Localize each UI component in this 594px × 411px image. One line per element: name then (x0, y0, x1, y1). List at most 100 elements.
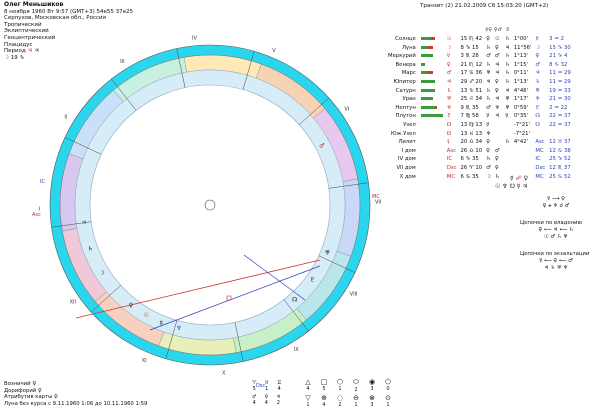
planet-f: 12 ♏ 37 (549, 164, 571, 171)
planet-a: ♆ (486, 130, 491, 137)
planet-glyph: ☊ (292, 296, 297, 303)
planet-d: 0°59' (513, 104, 529, 111)
planet-name: Венера (395, 61, 416, 68)
owner-chain-title: Цепочки по владению (520, 220, 582, 226)
planet-glyph: ♆ (176, 325, 181, 332)
aspect-cluster-1: ☿ ☍ ♀ (510, 175, 528, 182)
planet-pos: 25 ♌ 34 (460, 96, 483, 103)
planet-c: ♃ (505, 44, 510, 51)
house-number: II (64, 114, 67, 120)
strength-bars (419, 164, 445, 173)
planet-a: ♃ (486, 78, 491, 85)
planet-row: X дом MC 6 ♋ 35 ☽ ♄ MC 25 ♋ 52 (386, 173, 573, 182)
quality-grid: △ 4 □ 5 ⬡ 1 ⬭ 2 ◉ 3 ⬠ 0 ▽ 1 ⊕ 4 ◌ 2 ⊖ 1 ⊗ 3 ⊙ 1 (300, 378, 410, 408)
planet-b: ♂ (494, 147, 500, 154)
planet-d: 4°46' (513, 87, 529, 94)
planet-b: ♀ (494, 87, 499, 94)
planet-f: 11 ♒ 29 (549, 70, 571, 77)
planet-e: ☿ (535, 36, 539, 42)
planet-count: ♀ 4 (264, 394, 269, 406)
planet-a: ♄ (486, 87, 491, 94)
planet-c (503, 121, 512, 130)
planet-c (503, 155, 512, 164)
planet-sym: ♇ (446, 113, 452, 120)
planet-pos: 3 ♏ 28 (460, 53, 479, 60)
planet-glyph: ♂ (319, 142, 324, 149)
planet-row: VII дом Dsc 26 ♈ 10 ♂ ♀ Dsc 12 ♏ 37 (386, 164, 573, 173)
exalt-chain-title: Цепочки по экзальтации (520, 251, 590, 257)
planet-a: ♀ (486, 36, 491, 42)
chain-top-1: ☿ ⟶ ♀ (546, 196, 566, 202)
planet-d (512, 164, 534, 173)
planet-c (503, 130, 512, 139)
planet-b (493, 121, 503, 130)
strength-bars (419, 95, 445, 104)
planet-row: Марс ♂ 17 ♋ 36 ♅ ♃ ♄ 0°11' ♃ 11 ♒ 29 (386, 69, 573, 78)
planet-b: ♀ (494, 164, 499, 171)
planet-a: ♄ (486, 61, 491, 68)
planet-f: 15 ♑ 30 (549, 44, 571, 51)
planet-a: ♄ (486, 44, 491, 51)
planet-name: Узел (403, 121, 416, 128)
house-number: VI (344, 106, 349, 112)
planet-pos: 6 ♋ 35 (460, 173, 479, 180)
house-number: VIII (350, 292, 358, 298)
planet-pos: 21 ♏ 12 (460, 61, 483, 68)
planet-d: 0°35' (513, 113, 529, 120)
planet-count: ♃ 2 (276, 394, 281, 406)
planet-d: -7°21' (513, 121, 530, 128)
planet-a: ☿ (486, 113, 490, 120)
planet-row: Лилит ⚸ 20 ♎ 34 ♀ ♄ 4°42' Asc 12 ♉ 37 (386, 138, 573, 147)
planet-sym: MC (446, 173, 456, 180)
planet-a: ♂ (486, 164, 491, 171)
planet-e: ♅ (535, 87, 541, 94)
planet-f: 3 ♒ 2 (549, 36, 565, 42)
house-number: XI (142, 358, 147, 364)
planet-d (512, 147, 534, 156)
planet-c: ♃ (505, 87, 510, 94)
planet-name: Плутон (395, 113, 416, 120)
planet-glyph: ♀ (129, 302, 133, 309)
house-number: IV (192, 36, 197, 42)
planet-count: ♂ 4 (252, 394, 257, 406)
planet-b: ♀ (494, 44, 499, 51)
planet-b: ♀ (494, 78, 499, 85)
house-number: VII (375, 200, 381, 206)
planet-d: 4°42' (513, 139, 529, 146)
planet-sym: ♆ (446, 104, 452, 111)
planet-d (512, 155, 534, 164)
house-number: IX (294, 347, 299, 353)
planet-e: ♃ (535, 70, 541, 77)
planet-f: 22 ♒ 37 (549, 121, 571, 128)
element-count: ♉ 1 (264, 380, 269, 392)
planet-a: ♀ (486, 147, 491, 154)
planet-pos: 20 ♎ 34 (460, 139, 483, 146)
planet-e: ♇ (535, 104, 541, 111)
footer-line-1: Возничий ♀ (4, 381, 37, 387)
planet-b (493, 138, 503, 147)
planet-b: ♀ (494, 156, 499, 163)
planet-e: ♄ (535, 78, 541, 85)
planet-name: IV дом (398, 156, 416, 163)
planet-row: Венера ♀ 21 ♏ 12 ♄ ♃ ♄ 1°15' ♂ 8 ♑ 32 (386, 61, 573, 70)
strength-bars (419, 112, 445, 121)
strength-bars (419, 69, 445, 78)
planet-pos: 13 ♑ 51 (460, 87, 483, 94)
planet-glyph: ♃ (81, 220, 86, 227)
footer-line-3: Атрибутив карты ♀ (4, 394, 58, 401)
planet-b: ♃ (494, 70, 500, 77)
planet-c: ☿ (505, 113, 509, 120)
planet-c: ♅ (505, 96, 510, 103)
planet-c: ♄ (505, 61, 510, 68)
strength-bars (419, 35, 445, 44)
planet-e: ☽ (535, 44, 541, 51)
exalt-chain-1: ☿ ⟵ ♀ ⟵ ♂ (539, 258, 573, 264)
planet-name: VII дом (396, 164, 416, 171)
planet-c: ♄ (505, 78, 510, 85)
planet-c: ♄ (505, 70, 510, 77)
planet-f: 21 ♒ 30 (549, 96, 571, 103)
house-number: I (39, 206, 40, 212)
planet-a: ♄ (486, 156, 491, 163)
planet-sym: ♃ (446, 78, 452, 85)
planet-f: 21 ♑ 4 (549, 53, 568, 60)
